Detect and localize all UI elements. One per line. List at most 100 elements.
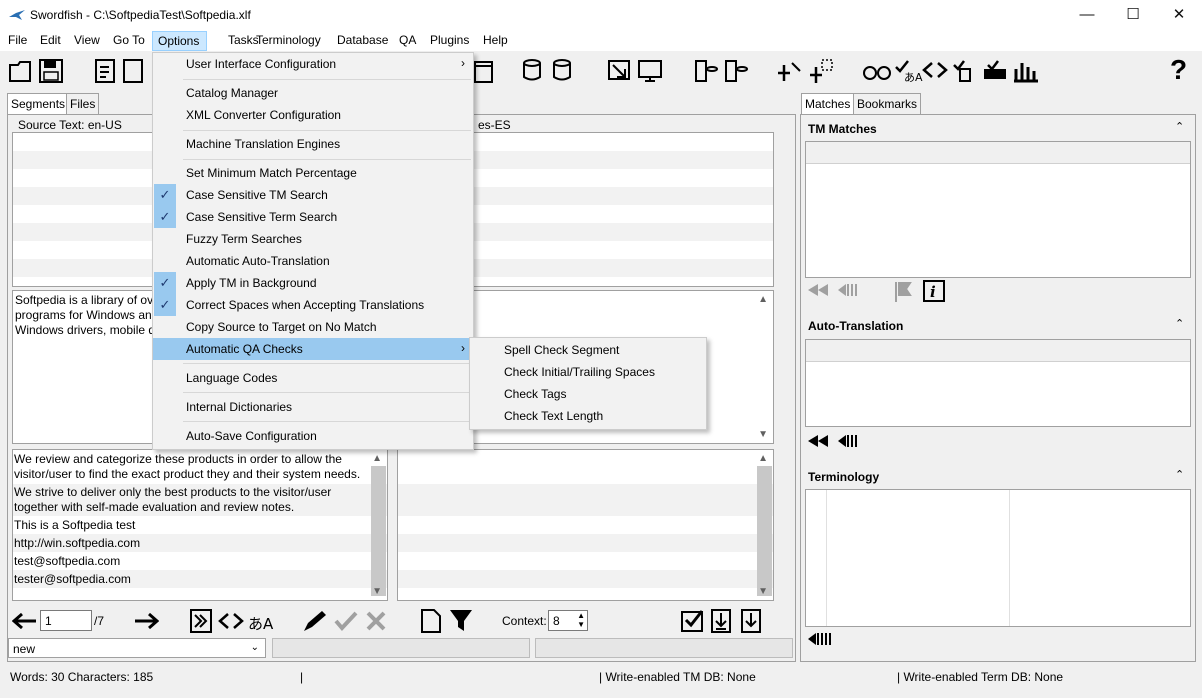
context-label: Context: — [502, 614, 547, 628]
collapse-icon[interactable]: ⌃ — [1175, 120, 1184, 133]
database-icons[interactable] — [522, 57, 582, 85]
submenu-item-check-tags[interactable]: Check Tags — [504, 387, 566, 401]
tab-files[interactable]: Files — [66, 93, 100, 114]
tm-match-nav-icons[interactable]: i — [806, 280, 946, 302]
menu-options[interactable]: Options — [152, 31, 207, 51]
segment-line[interactable]: test@softpedia.com — [14, 554, 120, 569]
menu-item-fuzzy-term-searches[interactable]: Fuzzy Term Searches — [153, 228, 473, 250]
source-preview-line: programs for Windows an — [15, 308, 152, 322]
document-filter-icons[interactable] — [420, 609, 474, 633]
open-save-icons[interactable] — [8, 57, 66, 85]
menu-terminology[interactable]: Terminology — [256, 33, 321, 47]
menu-qa[interactable]: QA — [399, 33, 416, 47]
menu-item-machine-translation-engines[interactable]: Machine Translation Engines — [153, 133, 473, 155]
context-spinner[interactable]: 8 ▲ ▼ — [548, 610, 588, 631]
import-export-icons[interactable] — [607, 57, 665, 85]
menu-item-case-sensitive-tm-search[interactable]: ✓ Case Sensitive TM Search — [153, 184, 473, 206]
menu-item-xml-converter-configuration[interactable]: XML Converter Configuration — [153, 104, 473, 126]
terminology-title: Terminology — [808, 470, 880, 484]
menu-item-user-interface-configuration[interactable]: User Interface Configuration › — [153, 53, 473, 75]
scroll-down-icon[interactable]: ▼ — [372, 586, 382, 597]
segment-line[interactable]: We review and categorize these products … — [14, 452, 342, 467]
scrollbar-thumb[interactable] — [757, 466, 772, 596]
scroll-up-icon[interactable]: ▲ — [758, 294, 768, 305]
menu-item-apply-tm-in-background[interactable]: ✓ Apply TM in Background — [153, 272, 473, 294]
tab-segments[interactable]: Segments — [7, 93, 70, 115]
tm-matches-title: TM Matches — [808, 122, 877, 136]
previous-segment-icon[interactable] — [12, 612, 38, 630]
check-icon: ✓ — [154, 272, 176, 294]
menu-item-correct-spaces[interactable]: ✓ Correct Spaces when Accepting Translati… — [153, 294, 473, 316]
segment-status-select[interactable]: new ⌄ — [8, 638, 266, 658]
close-button[interactable]: ✕ — [1156, 0, 1202, 30]
segment-line[interactable]: We strive to deliver only the best produ… — [14, 485, 331, 500]
scroll-up-icon[interactable]: ▲ — [372, 453, 382, 464]
options-menu: User Interface Configuration › Catalog Ma… — [152, 52, 474, 450]
segment-tools-icons[interactable]: あA — [190, 609, 280, 633]
menu-tasks[interactable]: Tasks — [228, 33, 259, 47]
scroll-down-icon[interactable]: ▼ — [758, 429, 768, 440]
window-icon[interactable] — [473, 57, 495, 85]
help-icon[interactable]: ? — [1170, 54, 1187, 86]
menu-goto[interactable]: Go To — [113, 33, 145, 47]
collapse-icon[interactable]: ⌃ — [1175, 317, 1184, 330]
menu-item-auto-save-configuration[interactable]: Auto-Save Configuration — [153, 425, 473, 447]
menu-item-automatic-auto-translation[interactable]: Automatic Auto-Translation — [153, 250, 473, 272]
progress-field — [535, 638, 793, 658]
menu-database[interactable]: Database — [337, 33, 388, 47]
menu-item-automatic-qa-checks[interactable]: Automatic QA Checks › — [153, 338, 473, 360]
word-count-status: Words: 30 Characters: 185 — [10, 670, 154, 684]
title-bar: Swordfish - C:\SoftpediaTest\Softpedia.x… — [0, 0, 1202, 30]
auto-translation-title: Auto-Translation — [808, 319, 904, 333]
collapse-icon[interactable]: ⌃ — [1175, 468, 1184, 481]
menu-file[interactable]: File — [8, 33, 27, 47]
submenu-item-spell-check-segment[interactable]: Spell Check Segment — [504, 343, 619, 357]
menu-view[interactable]: View — [74, 33, 100, 47]
new-file-icons[interactable] — [94, 57, 150, 85]
menu-item-set-minimum-match-percentage[interactable]: Set Minimum Match Percentage — [153, 162, 473, 184]
menu-item-catalog-manager[interactable]: Catalog Manager — [153, 82, 473, 104]
menu-item-copy-source-to-target[interactable]: Copy Source to Target on No Match — [153, 316, 473, 338]
minimize-button[interactable]: — — [1064, 0, 1110, 30]
confirm-download-icons[interactable] — [680, 609, 766, 633]
segment-line[interactable]: tester@softpedia.com — [14, 572, 131, 587]
menu-item-internal-dictionaries[interactable]: Internal Dictionaries — [153, 396, 473, 418]
auto-translation-table — [805, 339, 1191, 427]
add-term-icons[interactable] — [778, 57, 834, 85]
menu-plugins[interactable]: Plugins — [430, 33, 469, 47]
scroll-down-icon[interactable]: ▼ — [758, 586, 768, 597]
check-icon: ✓ — [154, 206, 176, 228]
next-segment-icon[interactable] — [133, 612, 159, 630]
menu-item-case-sensitive-term-search[interactable]: ✓ Case Sensitive Term Search — [153, 206, 473, 228]
menu-options-label: Options — [158, 34, 200, 48]
auto-translation-nav-icons[interactable] — [806, 431, 866, 451]
submenu-item-check-initial-trailing-spaces[interactable]: Check Initial/Trailing Spaces — [504, 365, 655, 379]
term-database-icons[interactable] — [694, 57, 752, 85]
window-title: Swordfish - C:\SoftpediaTest\Softpedia.x… — [30, 8, 251, 22]
segment-line[interactable]: This is a Softpedia test — [14, 518, 135, 533]
scrollbar-thumb[interactable] — [371, 466, 386, 596]
terminology-nav-icon[interactable] — [806, 629, 840, 649]
segment-line[interactable]: together with self-made evaluation and r… — [14, 500, 294, 515]
swordfish-app-icon — [9, 10, 25, 20]
tab-bookmarks[interactable]: Bookmarks — [853, 93, 922, 114]
tab-matches[interactable]: Matches — [801, 93, 855, 115]
segment-line[interactable]: visitor/user to find the exact product t… — [14, 467, 360, 482]
submenu-item-check-text-length[interactable]: Check Text Length — [504, 409, 603, 423]
segment-list-source: We review and categorize these products … — [12, 449, 388, 601]
segment-line[interactable]: http://win.softpedia.com — [14, 536, 140, 551]
submenu-arrow-icon: › — [461, 56, 465, 70]
svg-text:あA: あA — [248, 615, 274, 633]
tm-matches-table — [805, 141, 1191, 278]
maximize-button[interactable]: ☐ — [1110, 0, 1156, 30]
scroll-up-icon[interactable]: ▲ — [758, 453, 768, 464]
segment-number-input[interactable]: 1 — [40, 610, 92, 631]
spinner-arrows-icon[interactable]: ▲ ▼ — [577, 611, 585, 629]
qa-check-icons[interactable]: あA — [862, 57, 1042, 85]
menu-edit[interactable]: Edit — [40, 33, 61, 47]
edit-confirm-cancel-icons[interactable] — [302, 609, 392, 633]
term-db-status: | Write-enabled Term DB: None — [897, 670, 1064, 684]
menu-help[interactable]: Help — [483, 33, 508, 47]
menu-item-language-codes[interactable]: Language Codes — [153, 367, 473, 389]
segment-status-value: new — [13, 642, 36, 656]
